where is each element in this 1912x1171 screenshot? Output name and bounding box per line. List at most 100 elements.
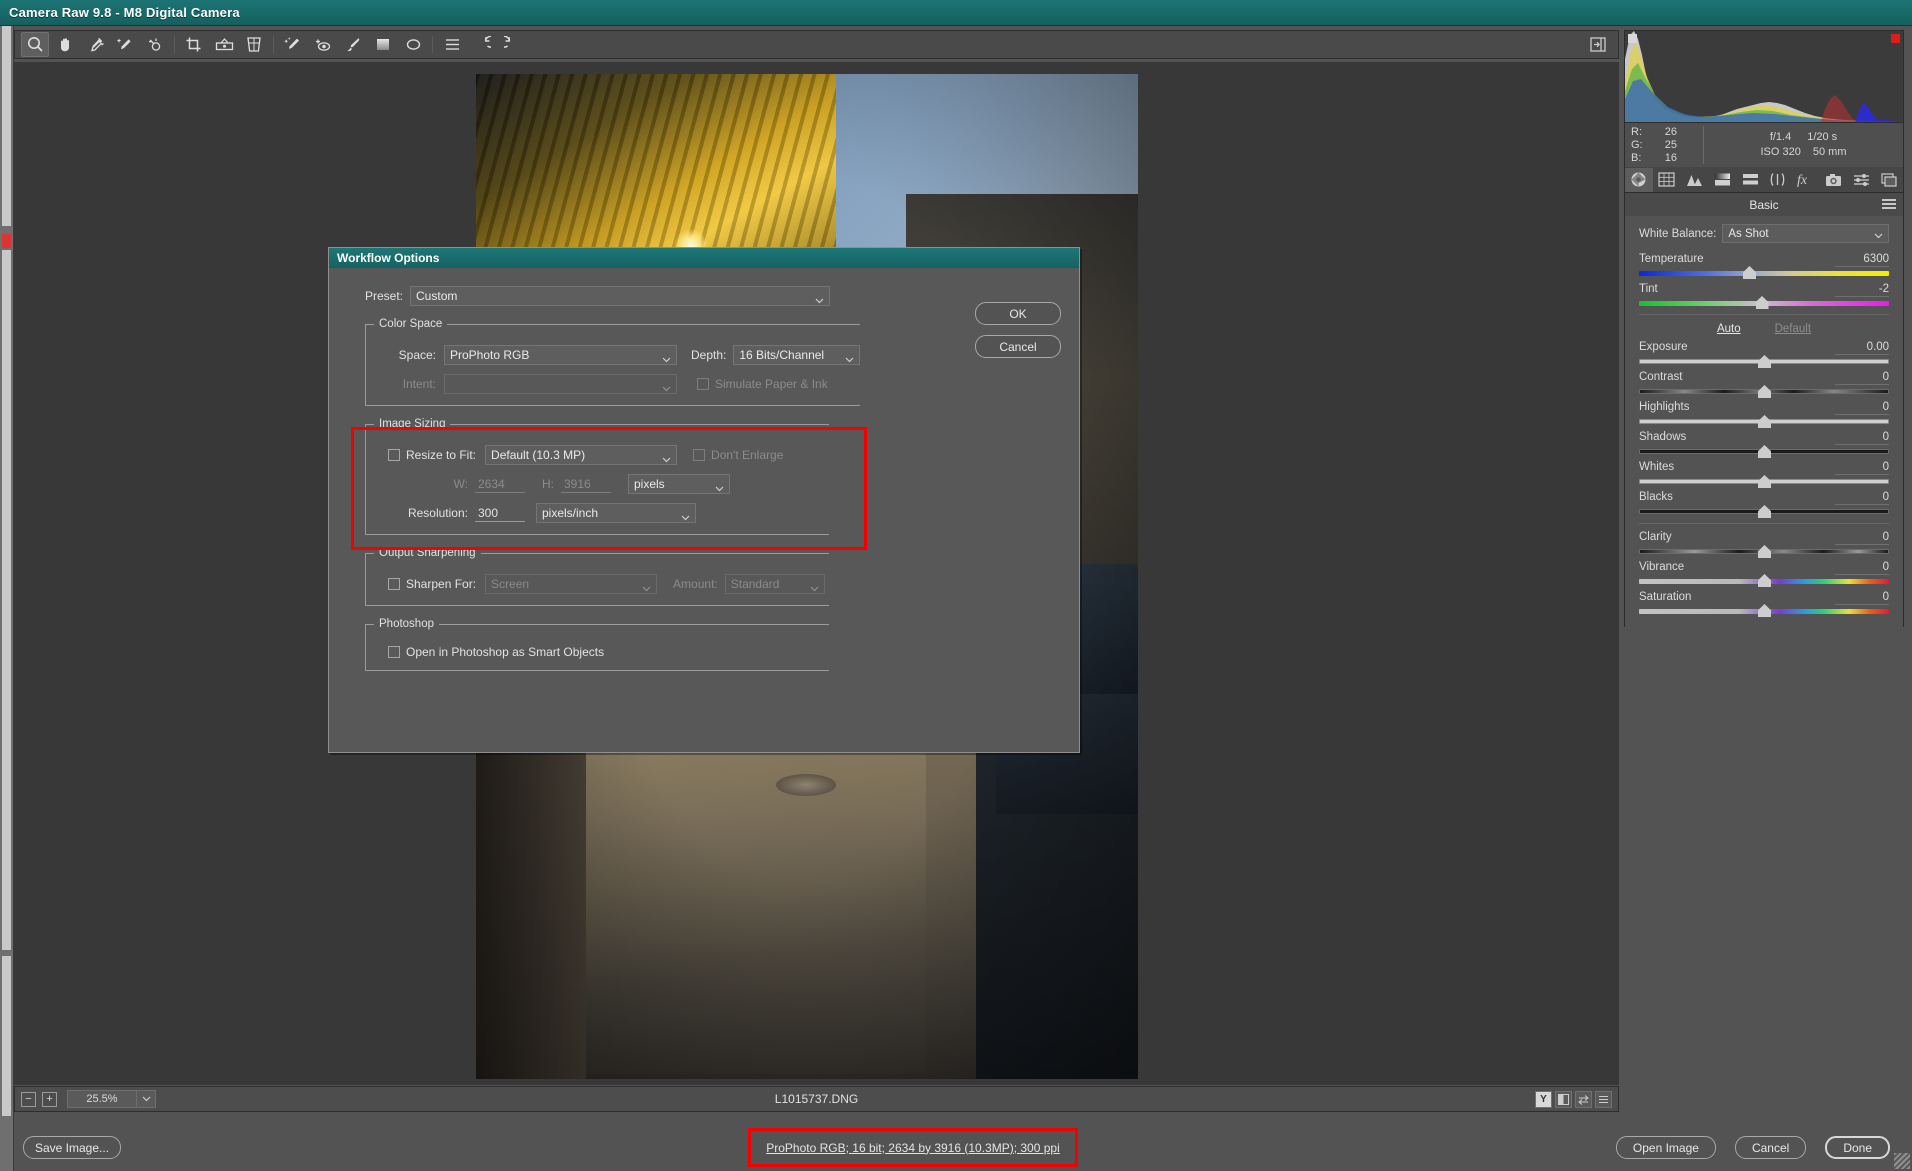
rotate-left-tool[interactable]: [468, 32, 496, 57]
slider-knob[interactable]: [1758, 475, 1771, 488]
tab-detail[interactable]: [1681, 168, 1709, 192]
tab-effects[interactable]: fx: [1792, 168, 1820, 192]
hand-tool[interactable]: [51, 32, 79, 57]
white-balance-select[interactable]: As Shot: [1722, 224, 1889, 243]
preset-select[interactable]: Custom: [410, 286, 831, 306]
slider-shadows[interactable]: Shadows 0: [1639, 431, 1889, 458]
slider-value[interactable]: 0.00: [1835, 341, 1889, 355]
tab-tone-curve[interactable]: [1653, 168, 1681, 192]
rotate-right-tool[interactable]: [498, 32, 526, 57]
zoom-in-button[interactable]: +: [42, 1091, 57, 1107]
panel-menu-icon[interactable]: [1882, 199, 1896, 211]
highlight-clipping-warning-icon[interactable]: [1891, 34, 1900, 43]
tab-presets[interactable]: [1847, 168, 1875, 192]
slider-tint[interactable]: Tint -2: [1639, 283, 1889, 309]
swap-before-after-icon[interactable]: [1575, 1090, 1592, 1108]
slider-value[interactable]: 0: [1835, 531, 1889, 545]
zoom-level-value[interactable]: 25.5%: [67, 1090, 137, 1108]
highlight-clipping-icon[interactable]: Y: [1535, 1090, 1552, 1108]
zoom-level-dropdown[interactable]: [137, 1090, 156, 1108]
resolution-units-select[interactable]: pixels/inch: [536, 503, 696, 523]
crop-tool[interactable]: [180, 32, 208, 57]
slider-value[interactable]: 0: [1835, 461, 1889, 475]
zoom-out-button[interactable]: −: [21, 1091, 36, 1107]
slider-vibrance[interactable]: Vibrance 0: [1639, 561, 1889, 587]
slider-saturation[interactable]: Saturation 0: [1639, 591, 1889, 617]
size-units-select[interactable]: pixels: [628, 474, 730, 494]
slider-clarity[interactable]: Clarity 0: [1639, 531, 1889, 558]
slider-value[interactable]: 6300: [1835, 253, 1889, 267]
before-after-icon[interactable]: [1555, 1090, 1572, 1108]
depth-select[interactable]: 16 Bits/Channel: [733, 345, 861, 365]
straighten-tool[interactable]: [210, 32, 238, 57]
slider-track[interactable]: [1639, 545, 1889, 558]
slider-knob[interactable]: [1758, 604, 1771, 617]
slider-knob[interactable]: [1743, 266, 1756, 279]
tab-basic[interactable]: [1625, 167, 1653, 192]
slider-knob[interactable]: [1758, 545, 1771, 558]
color-sampler-tool[interactable]: [111, 32, 139, 57]
slider-track[interactable]: [1639, 385, 1889, 398]
slider-value[interactable]: 0: [1835, 431, 1889, 445]
save-image-button[interactable]: Save Image...: [23, 1136, 121, 1159]
slider-track[interactable]: [1639, 266, 1889, 279]
preferences-tool[interactable]: [438, 32, 466, 57]
graduated-filter-tool[interactable]: [369, 32, 397, 57]
slider-value[interactable]: 0: [1835, 491, 1889, 505]
slider-track[interactable]: [1639, 445, 1889, 458]
resize-to-fit-select[interactable]: Default (10.3 MP): [485, 445, 678, 465]
slider-knob[interactable]: [1755, 296, 1769, 309]
space-select[interactable]: ProPhoto RGB: [444, 345, 677, 365]
slider-value[interactable]: 0: [1835, 561, 1889, 575]
slider-track[interactable]: [1639, 355, 1889, 368]
adjustment-brush-tool[interactable]: [339, 32, 367, 57]
resize-to-fit-checkbox[interactable]: [388, 449, 400, 461]
dialog-cancel-button[interactable]: Cancel: [975, 335, 1061, 358]
slider-value[interactable]: 0: [1835, 591, 1889, 605]
cancel-button[interactable]: Cancel: [1734, 1136, 1807, 1159]
tab-split-toning[interactable]: [1736, 168, 1764, 192]
slider-whites[interactable]: Whites 0: [1639, 461, 1889, 488]
tab-snapshots[interactable]: [1875, 168, 1903, 192]
slider-value[interactable]: -2: [1835, 283, 1889, 297]
done-button[interactable]: Done: [1825, 1136, 1890, 1159]
slider-track[interactable]: [1639, 296, 1889, 309]
slider-blacks[interactable]: Blacks 0: [1639, 491, 1889, 518]
slider-knob[interactable]: [1758, 355, 1771, 368]
slider-knob[interactable]: [1758, 415, 1771, 428]
slider-exposure[interactable]: Exposure 0.00: [1639, 341, 1889, 368]
default-link[interactable]: Default: [1775, 323, 1811, 335]
slider-temperature[interactable]: Temperature 6300: [1639, 253, 1889, 279]
transform-tool[interactable]: [240, 32, 268, 57]
open-image-button[interactable]: Open Image: [1615, 1136, 1716, 1159]
slider-track[interactable]: [1639, 415, 1889, 428]
slider-track[interactable]: [1639, 604, 1889, 617]
slider-track[interactable]: [1639, 574, 1889, 587]
toggle-filmstrip-button[interactable]: [1586, 34, 1610, 56]
zoom-tool[interactable]: [21, 32, 49, 57]
slider-highlights[interactable]: Highlights 0: [1639, 401, 1889, 428]
white-balance-tool[interactable]: [81, 32, 109, 57]
slider-knob[interactable]: [1758, 505, 1771, 518]
tab-lens-corrections[interactable]: [1764, 168, 1792, 192]
red-eye-removal-tool[interactable]: [309, 32, 337, 57]
tab-hsl-grayscale[interactable]: [1708, 168, 1736, 192]
slider-knob[interactable]: [1758, 574, 1771, 587]
auto-link[interactable]: Auto: [1717, 323, 1741, 335]
slider-value[interactable]: 0: [1835, 401, 1889, 415]
resolution-field[interactable]: 300: [475, 505, 525, 522]
shadow-clipping-warning-icon[interactable]: [1628, 34, 1637, 43]
radial-filter-tool[interactable]: [399, 32, 427, 57]
spot-removal-tool[interactable]: [279, 32, 307, 57]
workflow-summary-link[interactable]: ProPhoto RGB; 16 bit; 2634 by 3916 (10.3…: [766, 1141, 1060, 1155]
preview-settings-icon[interactable]: [1595, 1090, 1612, 1108]
sharpen-for-checkbox[interactable]: [388, 578, 400, 590]
slider-knob[interactable]: [1758, 445, 1771, 458]
slider-knob[interactable]: [1758, 385, 1771, 398]
smart-objects-checkbox[interactable]: [388, 646, 400, 658]
tab-camera-calibration[interactable]: [1820, 168, 1848, 192]
slider-contrast[interactable]: Contrast 0: [1639, 371, 1889, 398]
slider-track[interactable]: [1639, 475, 1889, 488]
window-resize-grip[interactable]: [1894, 1153, 1910, 1169]
targeted-adjustment-tool[interactable]: [141, 32, 169, 57]
